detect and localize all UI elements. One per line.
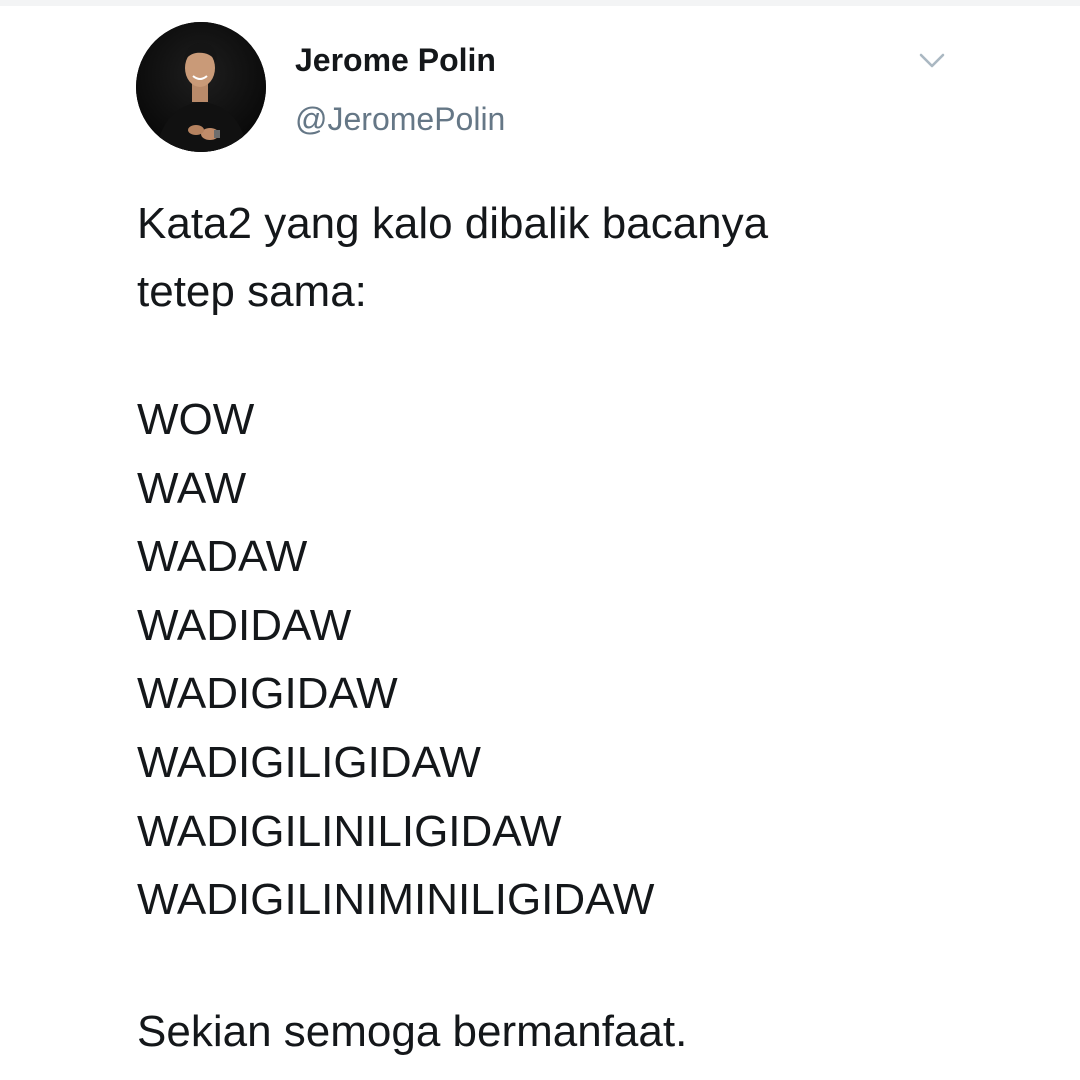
author-handle[interactable]: @JeromePolin <box>295 99 505 139</box>
author-display-name[interactable]: Jerome Polin <box>295 40 496 80</box>
tweet-intro-line: Kata2 yang kalo dibalik bacanya <box>137 199 769 248</box>
palindrome-word-list: WOW WAW WADAW WADIDAW WADIGIDAW WADIGILI… <box>137 386 1037 935</box>
tweet-card: Jerome Polin @JeromePolin Kata2 yang kal… <box>0 0 1080 1080</box>
palindrome-word: WOW <box>137 395 255 444</box>
profile-photo-icon <box>136 22 266 152</box>
palindrome-word: WADIGIDAW <box>137 669 398 719</box>
palindrome-word: WAW <box>137 463 247 513</box>
palindrome-word: WADIDAW <box>137 600 352 650</box>
tweet-text: Kata2 yang kalo dibalik bacanya tetep sa… <box>137 190 1037 935</box>
palindrome-word: WADIGILIGIDAW <box>137 737 481 787</box>
palindrome-word: WADIGILINILIGIDAW <box>137 806 562 856</box>
palindrome-word: WADIGILINIMINILIGIDAW <box>137 875 655 925</box>
tweet-intro-line: tetep sama: <box>137 267 367 316</box>
chevron-down-icon[interactable] <box>916 48 948 72</box>
tweet-closing-line: Sekian semoga bermanfaat. <box>137 1007 688 1056</box>
avatar[interactable] <box>136 22 266 152</box>
palindrome-word: WADAW <box>137 532 308 582</box>
